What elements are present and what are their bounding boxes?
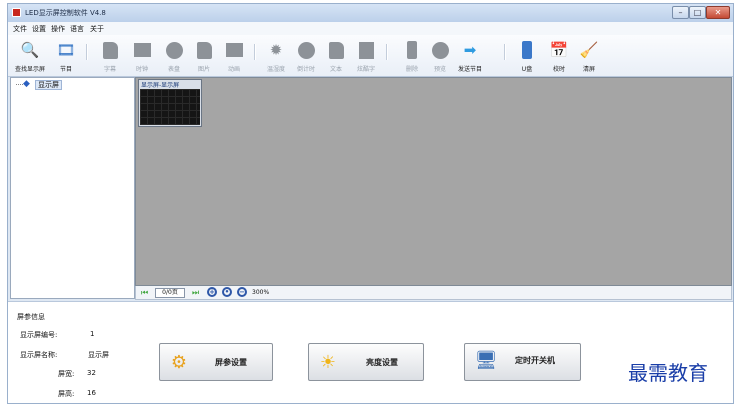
menu-language[interactable]: 语言 (70, 24, 84, 34)
screen-params-label: 屏参设置 (215, 358, 247, 367)
menu-about[interactable]: 关于 (90, 24, 104, 34)
info-title: 屏参信息 (17, 313, 45, 321)
menu-settings[interactable]: 设置 (32, 24, 46, 34)
toolbar-separator (504, 44, 506, 60)
animation-icon (225, 40, 243, 60)
screen-no-value: 1 (90, 330, 95, 338)
app-logo-icon (12, 8, 21, 17)
magnifier-icon: 🔍 (20, 41, 40, 59)
menu-operate[interactable]: 操作 (51, 24, 65, 34)
program-canvas: 显示屏-显示屏 (135, 77, 732, 286)
clear-screen-label: 清屏 (582, 66, 595, 73)
maximize-button[interactable]: □ (689, 6, 706, 19)
first-page-icon[interactable]: ⏮ (141, 288, 148, 297)
calendar-icon: 📅 (549, 41, 569, 59)
program-button[interactable]: 🎞 节目 (48, 38, 84, 74)
screen-node-icon: ◆ (23, 79, 30, 89)
subtitle-icon (101, 40, 119, 60)
window-title: LED显示屏控制软件 V4.8 (25, 9, 106, 17)
dial-icon (165, 40, 183, 60)
animation-label: 动画 (227, 66, 240, 73)
countdown-icon (297, 40, 315, 60)
clock-icon (133, 40, 151, 60)
toolbar: 🔍 查找显示屏 🎞 节目 字幕 时钟 表盘 图片 动画 ✹ 温湿度 倒计时 文本… (8, 35, 733, 77)
timer-power-label: 定时开关机 (515, 356, 555, 365)
led-screen-area (140, 89, 200, 125)
monitor-icon: 🖥 (474, 349, 498, 371)
trash-icon (403, 40, 421, 60)
app-window: LED显示屏控制软件 V4.8 – □ ✕ 文件 设置 操作 语言 关于 🔍 查… (7, 3, 734, 404)
screen-width-label: 屏宽: (58, 370, 75, 378)
timer-power-button[interactable]: 🖥 定时开关机 (464, 343, 581, 381)
toolbar-separator (86, 44, 88, 60)
gears-icon: ⚙ (170, 351, 188, 373)
text-icon (327, 40, 345, 60)
clear-screen-button[interactable]: 🧹 清屏 (571, 38, 607, 74)
zoom-fit-icon[interactable]: • (222, 287, 232, 297)
screen-preview-thumbnail[interactable]: 显示屏-显示屏 (138, 79, 202, 127)
close-button[interactable]: ✕ (706, 6, 730, 19)
zoom-level: 300% (252, 289, 270, 296)
screen-params-info: 屏参信息 显示屏编号: 1 显示屏名称: 显示屏 屏宽: 32 屏高: 16 (12, 305, 124, 403)
tree-item-screen[interactable]: 显示屏 (35, 80, 62, 90)
image-icon (195, 40, 213, 60)
menu-file[interactable]: 文件 (13, 24, 27, 34)
usb-drive-icon (518, 40, 536, 60)
screen-tree-panel: ◆ 显示屏 (10, 77, 135, 299)
animation-button[interactable]: 动画 (216, 38, 252, 74)
brightness-button[interactable]: ☀ 亮度设置 (308, 343, 424, 381)
zoom-out-icon[interactable]: − (237, 287, 247, 297)
find-screen-button[interactable]: 🔍 查找显示屏 (12, 38, 48, 74)
brightness-label: 亮度设置 (366, 358, 398, 367)
minimize-button[interactable]: – (672, 6, 689, 19)
screen-no-label: 显示屏编号: (20, 331, 58, 339)
last-page-icon[interactable]: ⏭ (192, 288, 199, 297)
screen-height-label: 屏高: (58, 390, 75, 398)
page-indicator: 0/0页 (155, 288, 185, 298)
zoom-in-icon[interactable]: + (207, 287, 217, 297)
screen-width-value: 32 (87, 369, 96, 377)
screen-name-value: 显示屏 (88, 351, 109, 359)
toolbar-separator (386, 44, 388, 60)
screen-params-button[interactable]: ⚙ 屏参设置 (159, 343, 273, 381)
sun-icon: ☀ (319, 351, 337, 373)
canvas-status-bar: ⏮ 0/0页 ⏭ + • − 300% (135, 286, 732, 300)
send-program-button[interactable]: ➡ 发送节目 (452, 38, 488, 74)
screen-height-value: 16 (87, 389, 96, 397)
film-icon: 🎞 (56, 41, 76, 59)
screen-thumbnail-title: 显示屏-显示屏 (141, 82, 180, 89)
broom-icon: 🧹 (579, 41, 599, 59)
watermark-text: 最需教育 (628, 361, 708, 385)
sun-icon: ✹ (269, 41, 283, 59)
toolbar-separator (254, 44, 256, 60)
colorful-text-icon (357, 40, 375, 60)
menu-bar: 文件 设置 操作 语言 关于 (8, 22, 733, 35)
program-label: 节目 (59, 66, 72, 73)
arrow-right-icon: ➡ (463, 41, 477, 59)
preview-icon (431, 40, 449, 60)
colorful-text-button[interactable]: 炫酷字 (348, 38, 384, 74)
send-program-label: 发送节目 (457, 66, 482, 73)
screen-name-label: 显示屏名称: (20, 351, 58, 359)
colorful-text-label: 炫酷字 (356, 66, 375, 73)
tree-connector (16, 84, 23, 85)
title-bar: LED显示屏控制软件 V4.8 – □ ✕ (8, 4, 733, 22)
